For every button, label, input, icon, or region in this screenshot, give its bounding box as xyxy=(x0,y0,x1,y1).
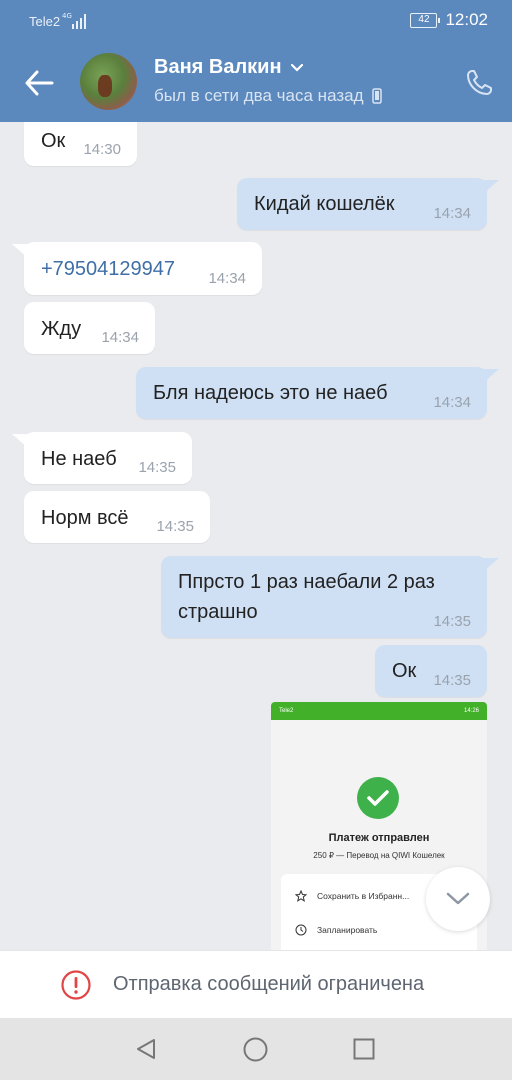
chevron-down-icon xyxy=(290,63,303,72)
contact-status: был в сети два часа назад xyxy=(154,86,382,106)
message-text: Не наеб xyxy=(41,448,117,470)
contact-name-button[interactable]: Ваня Валкин xyxy=(154,56,304,79)
attachment-status-bar: Tele2 14:26 xyxy=(271,702,487,720)
phone-call-button[interactable] xyxy=(464,68,494,98)
message-time: 14:30 xyxy=(83,141,121,158)
message-incoming[interactable]: Ок 14:30 xyxy=(24,122,137,166)
nav-recents-button[interactable] xyxy=(353,1038,375,1060)
scroll-down-button[interactable] xyxy=(426,867,490,931)
status-bar: Tele2 4G 42 12:02 xyxy=(0,0,512,42)
attachment-row-favorite: Сохранить в Избранн... xyxy=(295,890,409,902)
message-text: Кидай кошелёк xyxy=(254,193,395,215)
arrow-left-icon xyxy=(25,70,54,96)
message-outgoing[interactable]: Бля надеюсь это не наеб 14:34 xyxy=(136,367,499,419)
signal-icon: 4G xyxy=(62,12,86,29)
message-incoming[interactable]: Не наеб 14:35 xyxy=(12,432,192,484)
phone-number-link[interactable]: +79504129947 xyxy=(41,254,175,284)
attachment-carrier: Tele2 xyxy=(279,708,294,714)
attachment-row-schedule: Запланировать xyxy=(295,924,377,936)
nav-home-button[interactable] xyxy=(243,1037,268,1062)
message-incoming[interactable]: Жду 14:34 xyxy=(24,302,155,354)
chevron-down-icon xyxy=(446,892,470,905)
message-time: 14:35 xyxy=(138,459,176,476)
message-text: Ок xyxy=(392,660,417,682)
network-label: 4G xyxy=(62,12,72,20)
avatar[interactable] xyxy=(80,53,137,110)
restriction-text: Отправка сообщений ограничена xyxy=(113,973,425,995)
system-nav-bar xyxy=(0,1018,512,1080)
mobile-icon xyxy=(371,88,382,104)
message-time: 14:35 xyxy=(433,613,471,630)
message-text: Норм всё xyxy=(41,507,129,529)
message-time: 14:34 xyxy=(208,270,246,287)
message-text: Ок xyxy=(41,130,66,152)
message-incoming[interactable]: Норм всё 14:35 xyxy=(24,491,210,543)
warning-icon xyxy=(61,970,91,1000)
message-text: Жду xyxy=(41,318,82,340)
back-button[interactable] xyxy=(22,66,56,100)
chat-header: Tele2 4G 42 12:02 Ваня Валкин был в сети… xyxy=(0,0,512,122)
message-outgoing[interactable]: Ок 14:35 xyxy=(375,645,487,697)
attachment-subtitle: 250 ₽ — Перевод на QIWI Кошелек xyxy=(313,851,445,860)
message-outgoing[interactable]: Кидай кошелёк 14:34 xyxy=(237,178,499,230)
message-time: 14:35 xyxy=(433,672,471,689)
message-text-line1: Ппрсто 1 раз наебали 2 раз xyxy=(178,571,435,593)
nav-back-button[interactable] xyxy=(134,1037,158,1061)
message-time: 14:34 xyxy=(433,394,471,411)
attachment-row1-label: Сохранить в Избранн... xyxy=(317,891,410,901)
contact-name: Ваня Валкин xyxy=(154,56,282,78)
message-time: 14:34 xyxy=(433,205,471,222)
clock-icon xyxy=(295,924,307,936)
message-list[interactable]: Ок 14:30 Кидай кошелёк 14:34 +7950412994… xyxy=(0,122,512,950)
attachment-row2-label: Запланировать xyxy=(317,925,378,935)
clock: 12:02 xyxy=(445,10,488,29)
star-icon xyxy=(295,890,307,902)
last-seen-text: был в сети два часа назад xyxy=(154,86,364,105)
attachment-time: 14:26 xyxy=(463,708,479,714)
battery-icon: 42 xyxy=(410,12,441,28)
attachment-title: Платеж отправлен xyxy=(328,832,430,844)
message-text: Бля надеюсь это не наеб xyxy=(153,382,388,404)
message-outgoing[interactable]: Ппрсто 1 раз наебали 2 раз страшно 14:35 xyxy=(161,556,499,638)
message-text-line2: страшно xyxy=(178,601,258,623)
message-time: 14:34 xyxy=(101,329,139,346)
messaging-restricted-bar: Отправка сообщений ограничена xyxy=(0,950,512,1018)
message-time: 14:35 xyxy=(156,518,194,535)
check-icon xyxy=(357,777,399,819)
message-incoming[interactable]: +79504129947 14:34 xyxy=(12,242,262,295)
status-right: 42 12:02 xyxy=(410,10,488,30)
carrier-label: Tele2 xyxy=(29,14,61,29)
